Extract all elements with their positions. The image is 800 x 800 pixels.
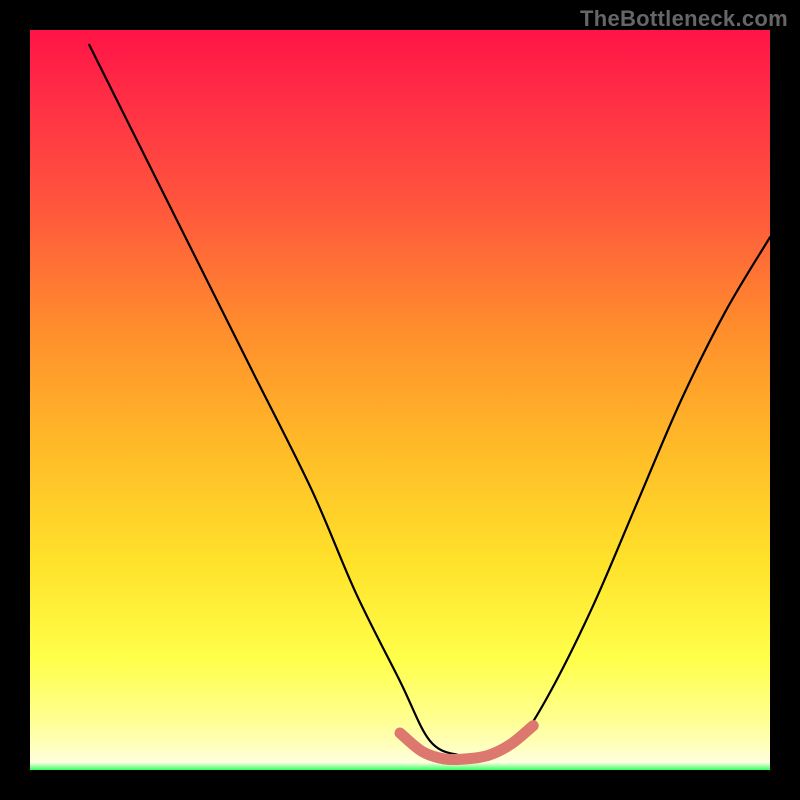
bottleneck-curve [89, 45, 770, 757]
chart-frame: TheBottleneck.com [0, 0, 800, 800]
trough-highlight [400, 726, 533, 760]
watermark-label: TheBottleneck.com [580, 6, 788, 32]
curve-layer [30, 30, 770, 770]
plot-area [30, 30, 770, 770]
